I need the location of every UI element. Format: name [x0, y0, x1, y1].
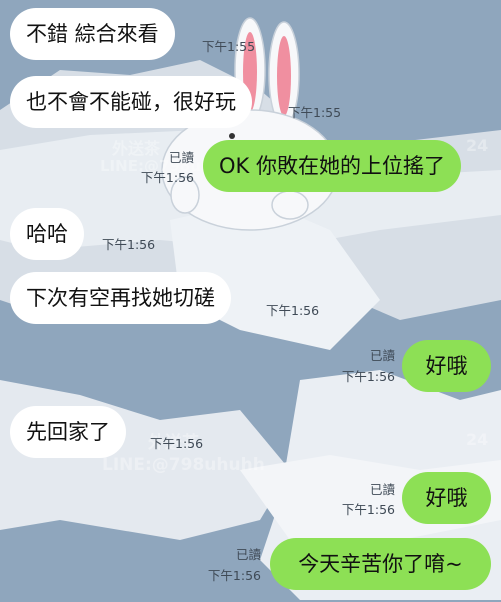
- outgoing-message-bubble[interactable]: OK 你敗在她的上位搖了: [203, 140, 461, 192]
- message-timestamp: 下午1:56: [341, 369, 395, 384]
- incoming-message-bubble[interactable]: 先回家了: [10, 406, 126, 458]
- message-timestamp: 下午1:55: [288, 105, 342, 120]
- incoming-message-bubble[interactable]: 下次有空再找她切磋: [10, 272, 231, 324]
- message-timestamp: 下午1:56: [266, 303, 320, 318]
- watermark-text: 24: [466, 430, 489, 449]
- read-receipt: 已讀: [369, 482, 395, 497]
- outgoing-message-bubble[interactable]: 好哦: [402, 472, 491, 524]
- incoming-message-bubble[interactable]: 哈哈: [10, 208, 84, 260]
- rabbit-eye: [229, 133, 235, 139]
- incoming-message-bubble[interactable]: 不錯 綜合來看: [10, 8, 175, 60]
- watermark-text: 24: [466, 136, 489, 155]
- read-receipt: 已讀: [168, 150, 194, 165]
- message-timestamp: 下午1:56: [102, 237, 156, 252]
- read-receipt: 已讀: [235, 547, 261, 562]
- watermark-text: 外送茶: [112, 139, 161, 158]
- watermark-text: LINE:@798uhuhh: [102, 455, 265, 475]
- message-timestamp: 下午1:55: [202, 39, 256, 54]
- message-timestamp: 下午1:56: [140, 170, 194, 185]
- message-timestamp: 下午1:56: [150, 436, 204, 451]
- outgoing-message-bubble[interactable]: 今天辛苦你了唷~: [270, 538, 491, 590]
- read-receipt: 已讀: [369, 348, 395, 363]
- message-timestamp: 下午1:56: [341, 502, 395, 517]
- outgoing-message-bubble[interactable]: 好哦: [402, 340, 491, 392]
- incoming-message-bubble[interactable]: 也不會不能碰，很好玩: [10, 76, 252, 128]
- message-timestamp: 下午1:56: [207, 568, 261, 583]
